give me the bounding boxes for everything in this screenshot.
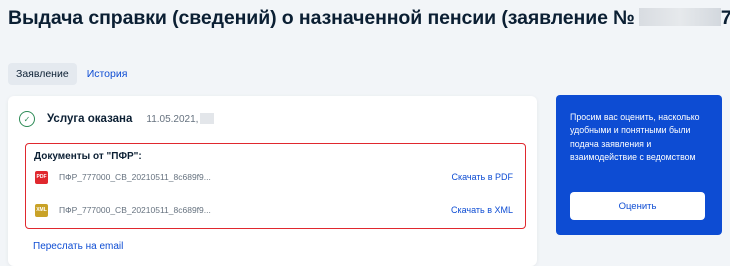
status-row: ✓ Услуга оказана 11.05.2021, — [19, 111, 215, 127]
tab-history[interactable]: История — [77, 63, 136, 85]
status-date: 11.05.2021, — [146, 113, 215, 125]
rating-panel: Просим вас оценить, насколько удобными и… — [556, 95, 722, 235]
rate-button[interactable]: Оценить — [570, 192, 705, 220]
title-suffix: 785) — [720, 7, 730, 29]
redacted-time — [200, 113, 215, 124]
download-pdf-link[interactable]: Скачать в PDF — [451, 172, 513, 182]
tabs: Заявление История — [8, 63, 135, 85]
redacted-number — [638, 8, 721, 26]
document-row-xml: XML ПФР_777000_СВ_20210511_8c689f9... Ск… — [35, 203, 513, 217]
xml-file-icon: XML — [35, 203, 48, 217]
document-name: ПФР_777000_СВ_20210511_8c689f9... — [59, 205, 211, 215]
download-xml-link[interactable]: Скачать в XML — [451, 205, 513, 215]
page-title: Выдача справки (сведений) о назначенной … — [8, 7, 730, 30]
pdf-file-icon: PDF — [35, 170, 48, 184]
title-prefix: Выдача справки (сведений) о назначенной … — [8, 7, 635, 29]
rating-text: Просим вас оценить, насколько удобными и… — [570, 112, 700, 162]
forward-email-link[interactable]: Переслать на email — [33, 241, 123, 252]
documents-block: Документы от "ПФР": PDF ПФР_777000_СВ_20… — [25, 143, 526, 229]
document-name: ПФР_777000_СВ_20210511_8c689f9... — [59, 172, 211, 182]
document-row-pdf: PDF ПФР_777000_СВ_20210511_8c689f9... Ск… — [35, 170, 513, 184]
tab-application[interactable]: Заявление — [8, 63, 77, 85]
application-card: ✓ Услуга оказана 11.05.2021, Документы о… — [8, 96, 537, 266]
status-label: Услуга оказана — [47, 113, 133, 125]
check-circle-icon: ✓ — [19, 111, 35, 127]
documents-title: Документы от "ПФР": — [34, 151, 142, 162]
